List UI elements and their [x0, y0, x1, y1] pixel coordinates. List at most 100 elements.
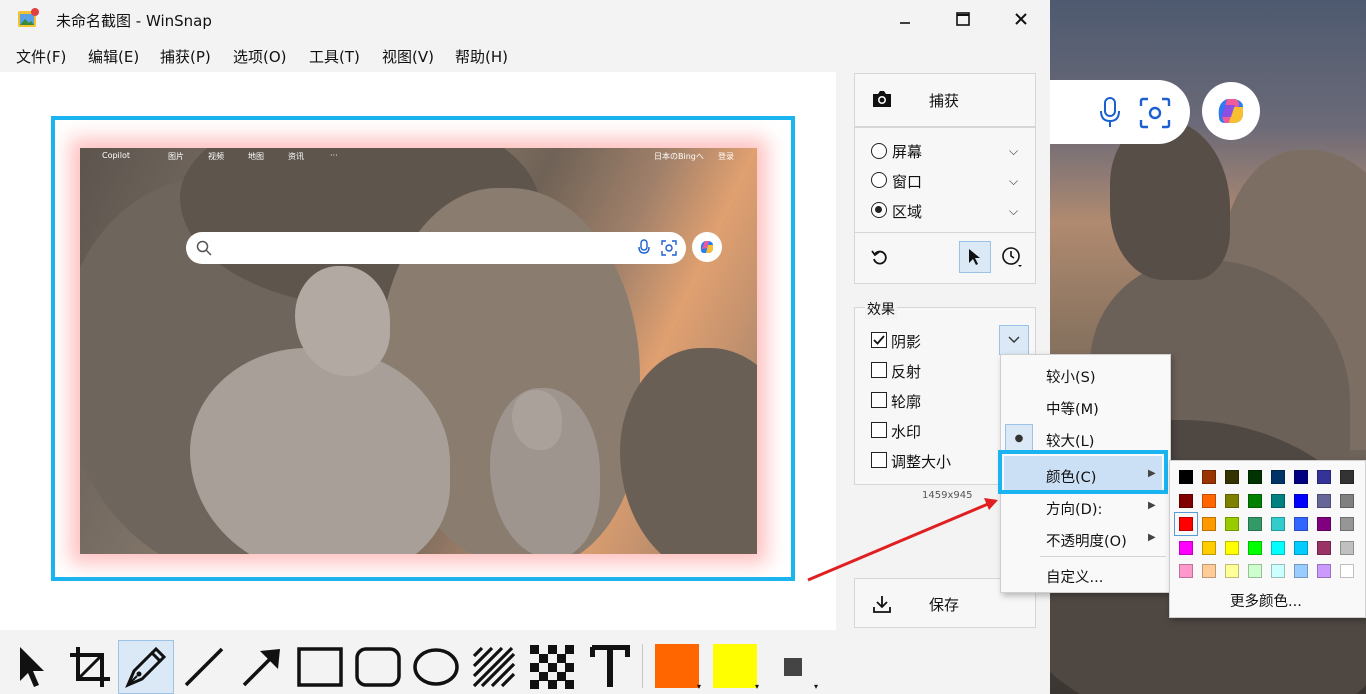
color-swatch[interactable]: [1202, 564, 1216, 578]
menu-file[interactable]: 文件(F): [16, 46, 66, 67]
color-swatch[interactable]: [1248, 493, 1262, 508]
color-swatch[interactable]: [1248, 540, 1262, 555]
more-colors-button[interactable]: 更多颜色...: [1230, 590, 1302, 611]
minimize-button[interactable]: [882, 4, 928, 34]
color-swatch[interactable]: [1340, 517, 1354, 531]
visual-search-icon[interactable]: [1138, 96, 1172, 130]
menu-capture[interactable]: 捕获(P): [160, 46, 211, 67]
menu-item-custom[interactable]: 自定义...: [1046, 566, 1103, 587]
color-swatch[interactable]: [1317, 564, 1331, 578]
color-swatch[interactable]: [1271, 540, 1285, 555]
color-swatch[interactable]: [1225, 564, 1239, 578]
color-swatch[interactable]: [1294, 540, 1308, 555]
preview-link-videos: 视频: [208, 152, 224, 161]
menu-item-direction[interactable]: 方向(D):: [1046, 498, 1102, 519]
color-swatch[interactable]: [1294, 493, 1308, 508]
tool-pen[interactable]: [118, 640, 174, 694]
radio-window[interactable]: [871, 172, 887, 188]
tool-pointer[interactable]: [4, 640, 60, 694]
line-color-swatch[interactable]: [655, 644, 699, 688]
chevron-down-icon[interactable]: ⌵: [1009, 174, 1018, 189]
tool-rounded-rectangle[interactable]: [350, 640, 406, 694]
maximize-icon: [956, 12, 970, 26]
chevron-down-icon[interactable]: ⌵: [1009, 204, 1018, 219]
copilot-icon[interactable]: [1202, 82, 1260, 140]
color-swatch[interactable]: [1317, 540, 1331, 555]
menu-item-medium[interactable]: 中等(M): [1046, 398, 1099, 419]
color-swatch[interactable]: [1179, 564, 1193, 578]
color-swatch[interactable]: [1294, 517, 1308, 531]
repeat-capture-icon[interactable]: [871, 248, 889, 266]
color-swatch[interactable]: [1248, 470, 1262, 484]
title-bar[interactable]: 未命名截图 - WinSnap: [0, 0, 1050, 38]
chevron-down-icon[interactable]: ▾: [814, 682, 818, 691]
color-swatch[interactable]: [1248, 517, 1262, 531]
color-swatch[interactable]: [1271, 564, 1285, 578]
color-swatch[interactable]: [1317, 517, 1331, 531]
close-button[interactable]: [998, 4, 1044, 34]
color-swatch[interactable]: [1271, 517, 1285, 531]
pointer-capture-button[interactable]: [959, 241, 991, 273]
color-swatch[interactable]: [1202, 540, 1216, 555]
color-swatch[interactable]: [1225, 493, 1239, 508]
color-swatch[interactable]: [1271, 493, 1285, 508]
color-swatch[interactable]: [1179, 470, 1193, 484]
maximize-button[interactable]: [940, 4, 986, 34]
color-swatch[interactable]: [1294, 470, 1308, 484]
checkbox-shadow[interactable]: [871, 332, 887, 348]
tool-rectangle[interactable]: [292, 640, 348, 694]
chevron-down-icon[interactable]: ⌵: [1009, 144, 1018, 159]
tool-crop[interactable]: [62, 640, 118, 694]
tool-arrow[interactable]: [234, 640, 290, 694]
color-swatch[interactable]: [1271, 470, 1285, 484]
color-swatch[interactable]: [1202, 470, 1216, 484]
microphone-icon[interactable]: [1098, 96, 1122, 130]
submenu-arrow-icon: ▶: [1148, 532, 1156, 543]
color-swatch[interactable]: [1225, 540, 1239, 555]
tool-text[interactable]: [582, 640, 638, 694]
color-swatch[interactable]: [1225, 470, 1239, 484]
menu-item-small[interactable]: 较小(S): [1046, 366, 1096, 387]
tool-ellipse[interactable]: [408, 640, 464, 694]
menu-view[interactable]: 视图(V): [382, 46, 434, 67]
tool-hatch[interactable]: [466, 640, 522, 694]
menu-item-opacity[interactable]: 不透明度(O): [1046, 530, 1127, 551]
checkbox-reflection[interactable]: [871, 362, 887, 378]
chevron-down-icon[interactable]: ▾: [697, 682, 701, 691]
fill-color-swatch[interactable]: [713, 644, 757, 688]
checkbox-outline[interactable]: [871, 392, 887, 408]
line-width-selector[interactable]: [784, 658, 802, 676]
timer-icon[interactable]: [1001, 246, 1023, 268]
color-swatch[interactable]: [1317, 493, 1331, 508]
rectangle-icon: [297, 647, 343, 687]
color-swatch[interactable]: [1179, 540, 1193, 555]
color-swatch[interactable]: [1202, 493, 1216, 508]
menu-tools[interactable]: 工具(T): [309, 46, 360, 67]
color-swatch[interactable]: [1248, 564, 1262, 578]
tool-pixelate[interactable]: [524, 640, 580, 694]
chevron-down-icon[interactable]: ▾: [755, 682, 759, 691]
menu-options[interactable]: 选项(O): [233, 46, 287, 67]
minimize-icon: [900, 22, 910, 24]
color-swatch[interactable]: [1202, 517, 1216, 531]
checkbox-resize[interactable]: [871, 452, 887, 468]
menu-item-large[interactable]: 较大(L): [1046, 430, 1094, 451]
preview-link-images: 图片: [168, 152, 184, 161]
color-swatch[interactable]: [1179, 493, 1193, 508]
color-item-highlight-frame: [998, 450, 1168, 494]
color-swatch[interactable]: [1340, 564, 1354, 578]
radio-screen[interactable]: [871, 143, 887, 159]
color-swatch[interactable]: [1294, 564, 1308, 578]
menu-help[interactable]: 帮助(H): [455, 46, 508, 67]
menu-edit[interactable]: 编辑(E): [88, 46, 139, 67]
color-swatch[interactable]: [1225, 517, 1239, 531]
checkbox-watermark[interactable]: [871, 422, 887, 438]
capture-button[interactable]: 捕获: [854, 73, 1036, 127]
tool-line[interactable]: [176, 640, 232, 694]
color-swatch[interactable]: [1340, 470, 1354, 484]
color-swatch[interactable]: [1340, 493, 1354, 508]
color-swatch[interactable]: [1317, 470, 1331, 484]
shadow-options-dropdown[interactable]: [999, 325, 1029, 355]
color-swatch[interactable]: [1340, 540, 1354, 555]
radio-region[interactable]: [871, 202, 887, 218]
